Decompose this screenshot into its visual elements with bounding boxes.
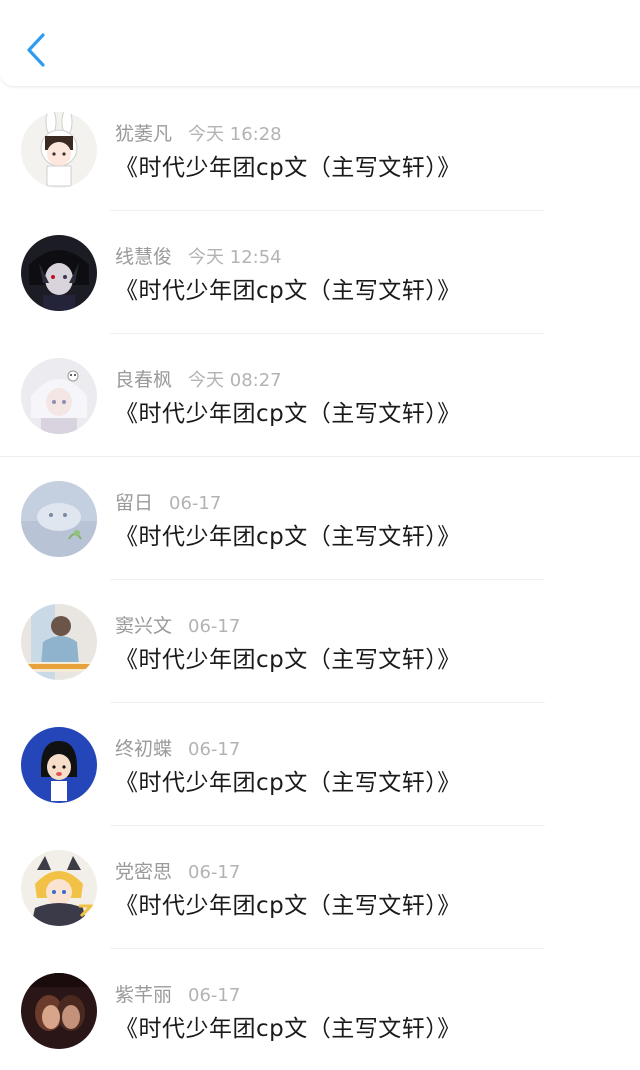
timestamp: 06-17 — [188, 862, 241, 883]
list-item[interactable]: 紫芊丽 06-17 《时代少年团cp文（主写文轩）》 — [0, 949, 640, 1070]
sender-name: 党密思 06-17 — [115, 861, 241, 883]
sender-name: 终初蝶 06-17 — [115, 738, 241, 760]
list-item[interactable]: 党密思 06-17 《时代少年团cp文（主写文轩）》 — [0, 826, 640, 949]
avatar[interactable] — [21, 358, 97, 434]
message-title: 《时代少年团cp文（主写文轩）》 — [115, 155, 461, 181]
list-item[interactable]: 窦兴文 06-17 《时代少年团cp文（主写文轩）》 — [0, 580, 640, 703]
avatar[interactable] — [21, 604, 97, 680]
list-item[interactable]: 犹萎凡 今天 16:28 《时代少年团cp文（主写文轩）》 — [0, 88, 640, 211]
avatar[interactable] — [21, 727, 97, 803]
chevron-left-icon — [27, 33, 45, 67]
list-item[interactable]: 良春枫 今天 08:27 《时代少年团cp文（主写文轩）》 — [0, 334, 640, 457]
message-title: 《时代少年团cp文（主写文轩）》 — [115, 524, 461, 550]
message-title: 《时代少年团cp文（主写文轩）》 — [115, 893, 461, 919]
avatar[interactable] — [21, 481, 97, 557]
timestamp: 06-17 — [188, 739, 241, 760]
top-bar — [0, 0, 640, 87]
timestamp: 06-17 — [188, 616, 241, 637]
message-title: 《时代少年团cp文（主写文轩）》 — [115, 770, 461, 796]
avatar[interactable] — [21, 973, 97, 1049]
message-title: 《时代少年团cp文（主写文轩）》 — [115, 278, 461, 304]
sender-name: 紫芊丽 06-17 — [115, 984, 241, 1006]
timestamp: 06-17 — [188, 985, 241, 1006]
list-item[interactable]: 留日 06-17 《时代少年团cp文（主写文轩）》 — [0, 457, 640, 580]
avatar[interactable] — [21, 235, 97, 311]
message-list: 犹萎凡 今天 16:28 《时代少年团cp文（主写文轩）》 线慧俊 今天 12:… — [0, 88, 640, 1070]
sender-name: 良春枫 今天 08:27 — [115, 369, 282, 391]
list-item[interactable]: 终初蝶 06-17 《时代少年团cp文（主写文轩）》 — [0, 703, 640, 826]
message-title: 《时代少年团cp文（主写文轩）》 — [115, 1016, 461, 1042]
message-title: 《时代少年团cp文（主写文轩）》 — [115, 647, 461, 673]
avatar[interactable] — [21, 850, 97, 926]
list-item[interactable]: 线慧俊 今天 12:54 《时代少年团cp文（主写文轩）》 — [0, 211, 640, 334]
back-button[interactable] — [18, 26, 54, 74]
sender-name: 线慧俊 今天 12:54 — [115, 246, 282, 268]
message-title: 《时代少年团cp文（主写文轩）》 — [115, 401, 461, 427]
sender-name: 窦兴文 06-17 — [115, 615, 241, 637]
page: 犹萎凡 今天 16:28 《时代少年团cp文（主写文轩）》 线慧俊 今天 12:… — [0, 0, 640, 1070]
avatar[interactable] — [21, 112, 97, 188]
sender-name: 犹萎凡 今天 16:28 — [115, 123, 282, 145]
timestamp: 今天 16:28 — [188, 124, 282, 145]
timestamp: 今天 12:54 — [188, 247, 282, 268]
timestamp: 06-17 — [169, 493, 222, 514]
timestamp: 今天 08:27 — [188, 370, 282, 391]
sender-name: 留日 06-17 — [115, 492, 222, 514]
